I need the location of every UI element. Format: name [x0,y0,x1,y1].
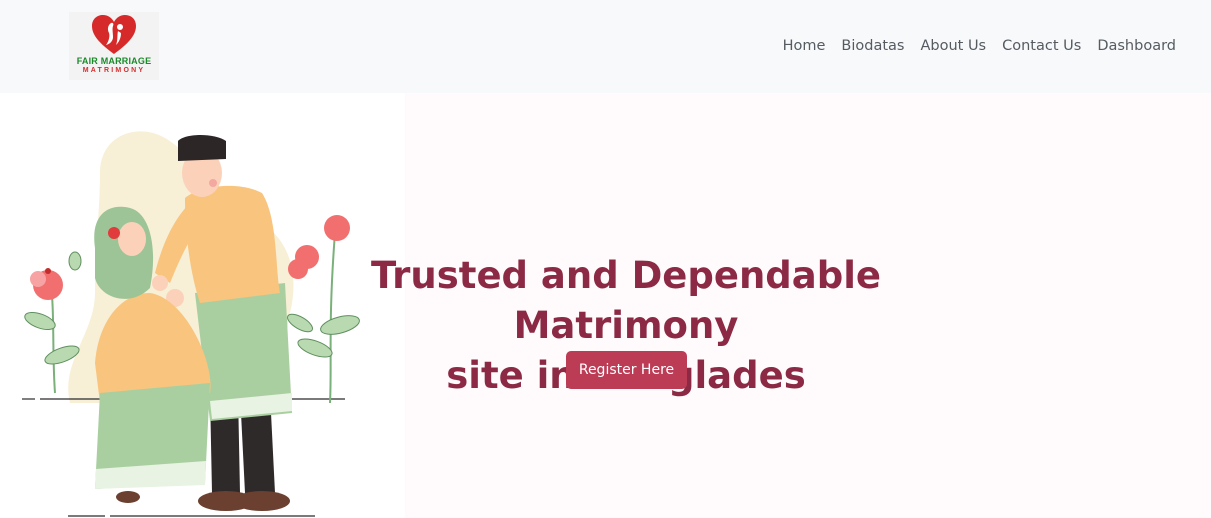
nav-link-biodatas[interactable]: Biodatas [841,36,904,56]
hero-title-line1: Trusted and Dependable Matrimony [370,254,882,347]
nav-link-about-us[interactable]: About Us [920,36,986,56]
hero-banner: Trusted and Dependable Matrimony site in… [0,93,1211,518]
nav-link-dashboard[interactable]: Dashboard [1097,36,1176,56]
navbar: FAIR MARRIAGE MATRIMONY Home Biodatas Ab… [0,0,1211,93]
logo-text-primary: FAIR MARRIAGE [76,56,152,66]
nav-link-home[interactable]: Home [783,36,826,56]
brand-logo[interactable]: FAIR MARRIAGE MATRIMONY [69,12,159,80]
logo-text-secondary: MATRIMONY [82,67,146,74]
nav-link-contact-us[interactable]: Contact Us [1002,36,1081,56]
main-nav: Home Biodatas About Us Contact Us Dashbo… [783,36,1176,56]
register-button[interactable]: Register Here [566,351,687,389]
heart-icon [92,15,136,54]
